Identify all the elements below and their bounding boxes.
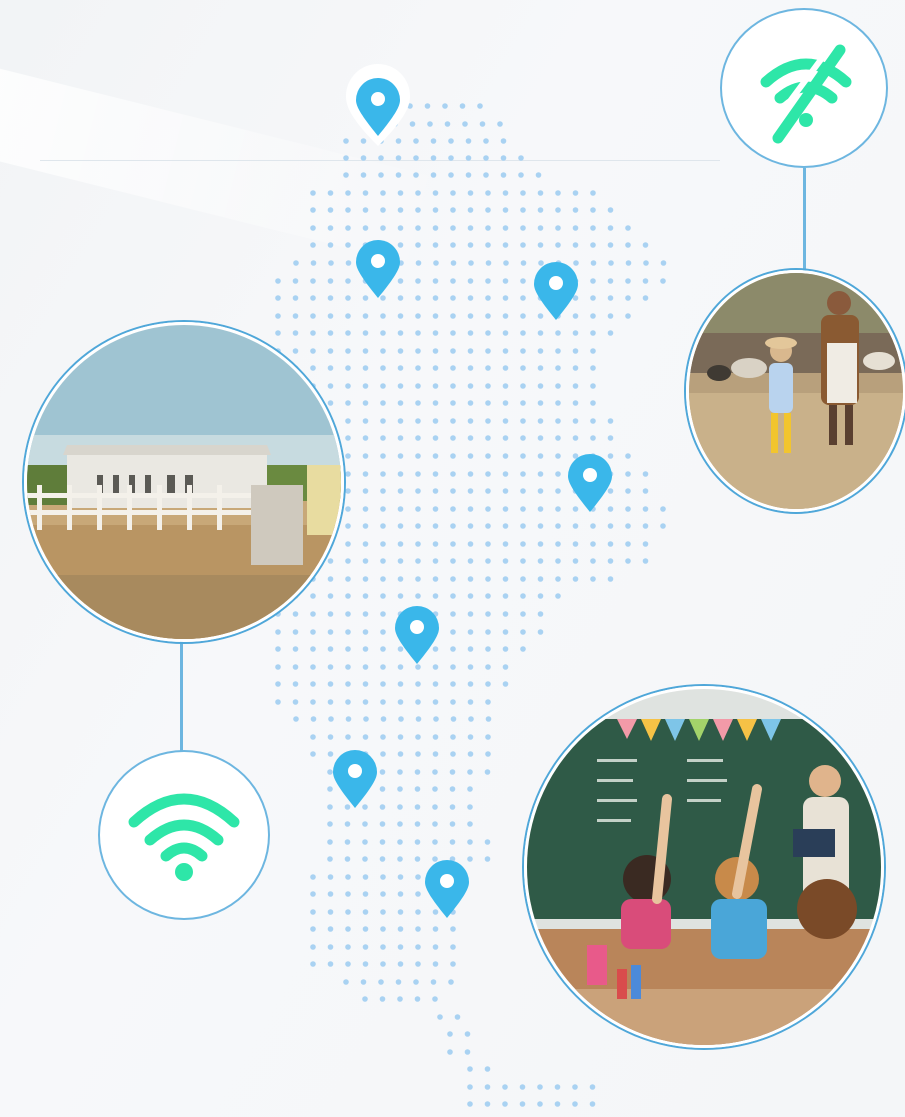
location-pin-icon (425, 860, 469, 918)
location-pin-icon (346, 64, 410, 146)
location-pin-icon (395, 606, 439, 664)
location-pin-icon (356, 240, 400, 298)
location-pin-icon (534, 262, 578, 320)
location-pin-icon (333, 750, 377, 808)
location-pins (333, 64, 612, 918)
location-pin-icon (568, 454, 612, 512)
connectivity-illustration (0, 0, 905, 1117)
